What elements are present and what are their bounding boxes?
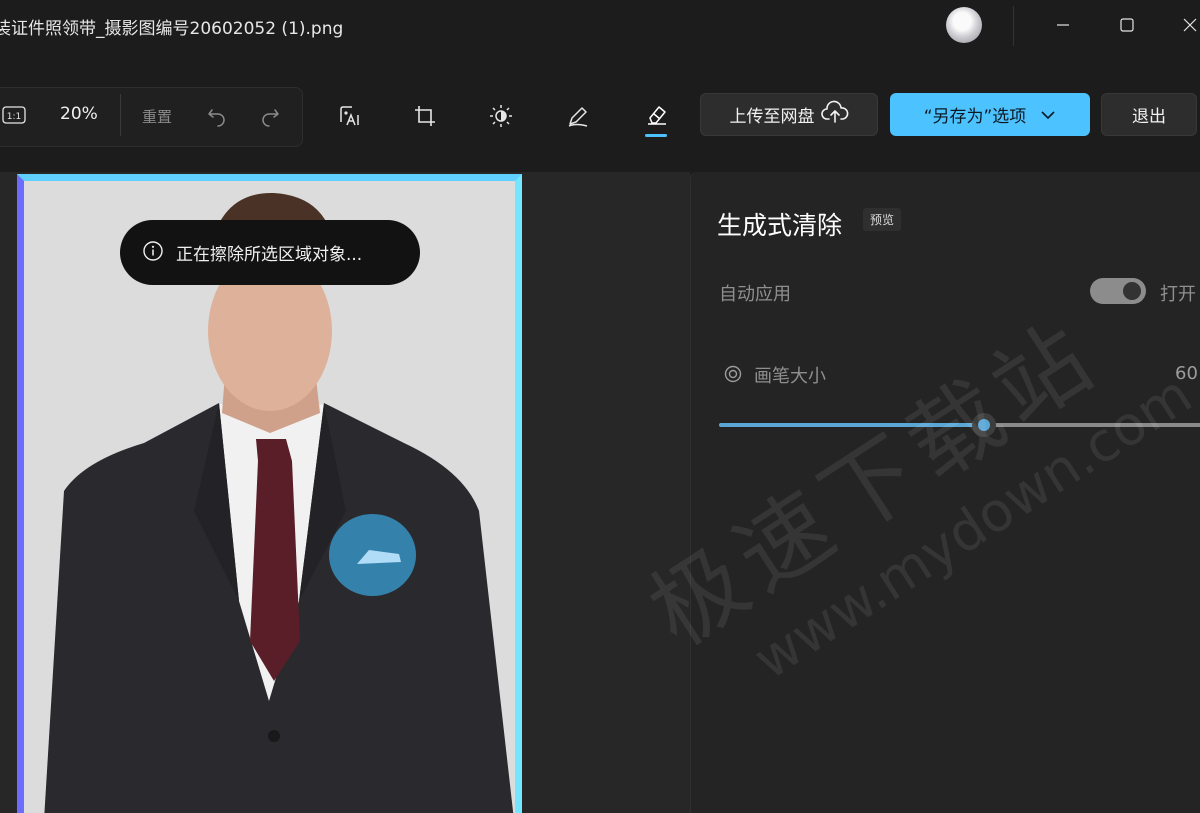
title-bar: 装证件照领带_摄影图编号20602052 (1).png (0, 0, 1200, 52)
minimize-icon[interactable] (1049, 12, 1077, 38)
save-as-button[interactable]: “另存为”选项 (890, 93, 1090, 136)
undo-icon[interactable] (206, 105, 228, 127)
svg-text:1:1: 1:1 (7, 112, 21, 122)
active-tool-indicator (645, 134, 667, 137)
erase-cursor-icon (357, 550, 401, 564)
brightness-icon[interactable] (489, 104, 513, 128)
markup-icon[interactable] (566, 104, 590, 128)
auto-apply-state: 打开 (1160, 284, 1196, 305)
reset-button[interactable]: 重置 (142, 106, 172, 127)
upload-button[interactable]: 上传至网盘 (700, 93, 878, 136)
brush-size-slider-thumb[interactable] (972, 413, 996, 437)
background-ai-icon[interactable] (337, 104, 363, 128)
redo-icon[interactable] (259, 105, 281, 127)
brush-cursor (329, 514, 416, 596)
cloud-upload-icon (820, 100, 849, 129)
chevron-down-icon (1040, 105, 1056, 125)
window-title: 装证件照领带_摄影图编号20602052 (1).png (0, 19, 344, 39)
save-as-label: “另存为”选项 (923, 107, 1027, 127)
zoom-level[interactable]: 20% (60, 104, 98, 124)
status-toast: 正在擦除所选区域对象... (120, 220, 420, 285)
brush-size-label: 画笔大小 (754, 366, 826, 387)
slider-fill (719, 423, 985, 427)
target-icon (723, 364, 743, 384)
brush-size-value: 60 (1175, 363, 1198, 384)
toolbar: 1:1 20% 重置 上传至网盘 “另存为”选项 退出 (0, 52, 1200, 172)
image-canvas[interactable]: 正在擦除所选区域对象... (0, 172, 690, 813)
slider-track[interactable] (985, 423, 1200, 427)
erase-icon[interactable] (644, 102, 668, 126)
auto-apply-label: 自动应用 (719, 284, 791, 305)
user-avatar[interactable] (946, 7, 982, 43)
exit-button[interactable]: 退出 (1101, 93, 1197, 136)
preview-badge: 预览 (863, 208, 902, 231)
upload-label: 上传至网盘 (729, 107, 815, 127)
generative-erase-panel: 生成式清除 预览 自动应用 打开 画笔大小 60 (690, 172, 1200, 813)
toggle-knob (1123, 282, 1141, 300)
maximize-icon[interactable] (1113, 12, 1141, 38)
auto-apply-toggle[interactable] (1090, 278, 1146, 304)
toolbar-divider (120, 94, 121, 136)
toast-message: 正在擦除所选区域对象... (176, 245, 363, 265)
info-icon (142, 240, 164, 266)
title-bar-divider (1013, 6, 1014, 46)
panel-title: 生成式清除 (717, 211, 843, 240)
actual-size-icon[interactable]: 1:1 (2, 105, 26, 125)
crop-icon[interactable] (413, 104, 437, 128)
close-icon[interactable] (1176, 12, 1200, 38)
